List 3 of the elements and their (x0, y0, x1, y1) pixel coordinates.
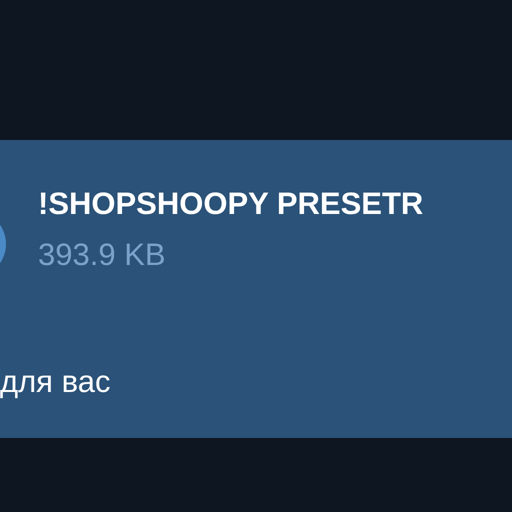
message-text: для вас (0, 366, 110, 397)
file-size: 393.9 KB (38, 239, 167, 270)
file-name: !SHOPSHOOPY PRESETR (38, 188, 424, 219)
